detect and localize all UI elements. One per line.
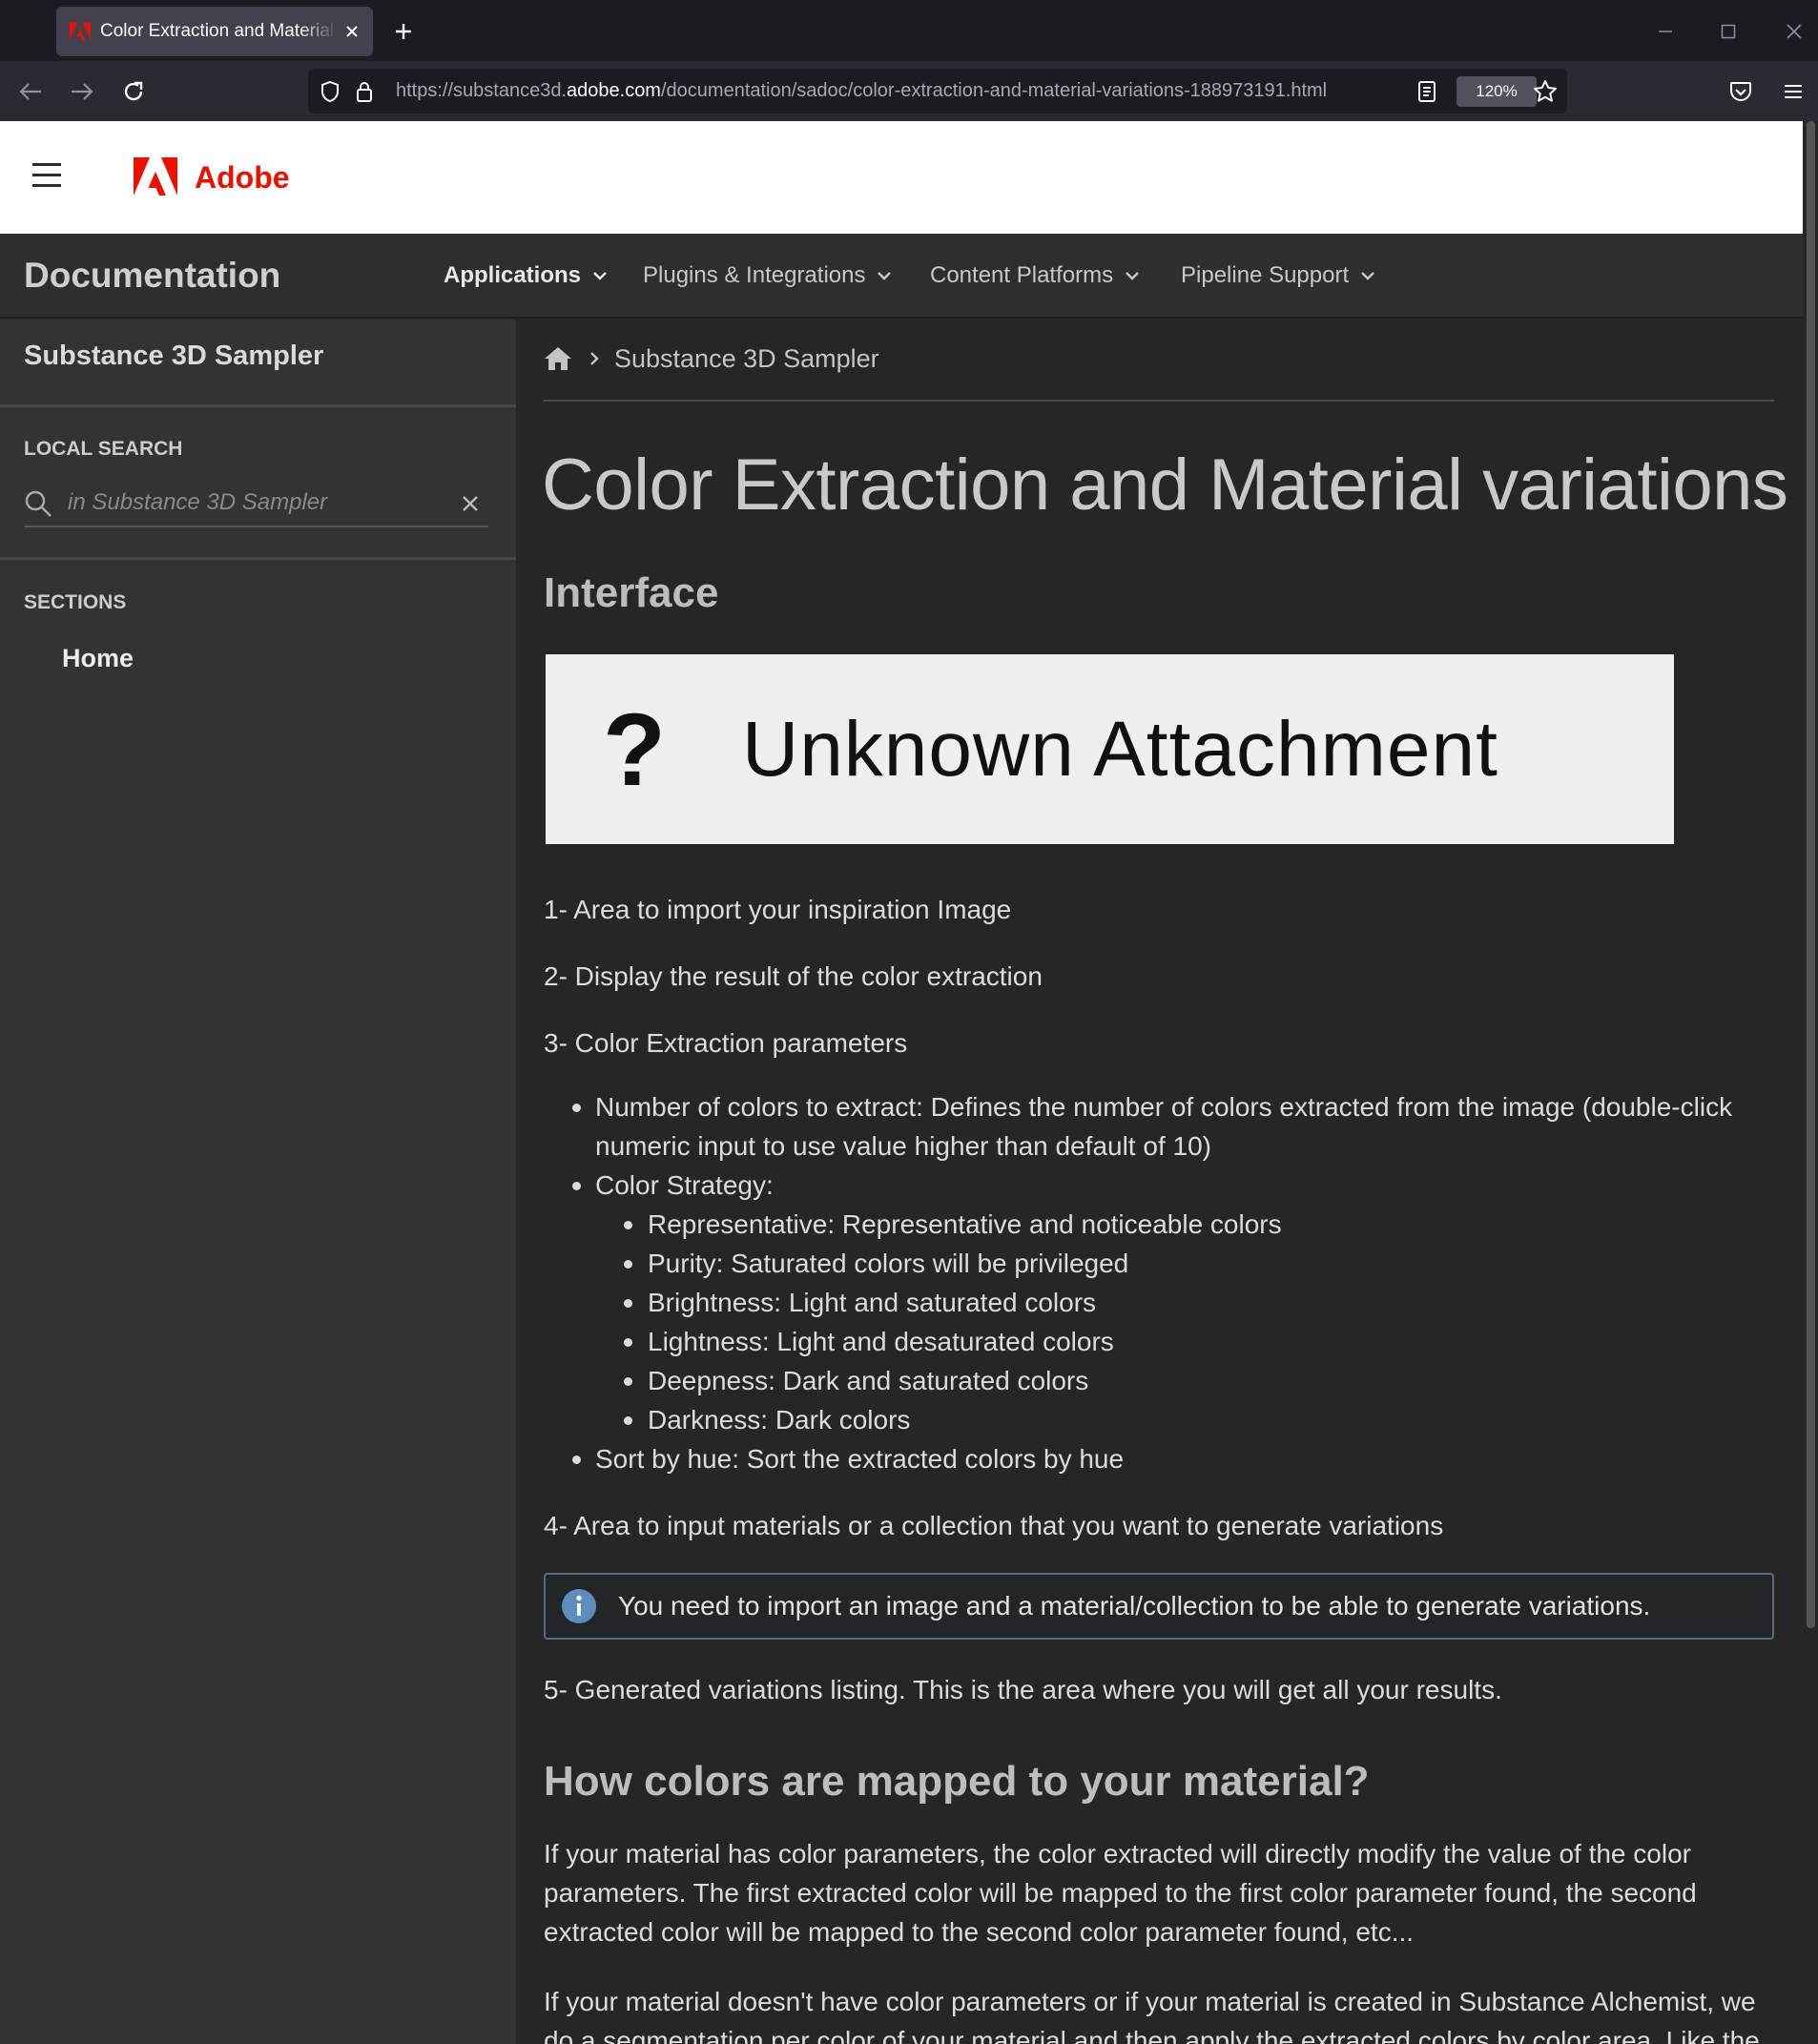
zoom-level-button[interactable]: 120% [1456,76,1537,107]
breadcrumb: Substance 3D Sampler [544,342,879,375]
forward-icon[interactable] [65,74,99,109]
list-item-4: 4- Area to input materials or a collecti… [544,1511,1444,1540]
local-search-input[interactable] [68,487,440,518]
sidebar-divider [0,557,516,560]
back-icon[interactable] [13,74,48,109]
unknown-attachment-image: ? Unknown Attachment [546,654,1674,844]
site-header: Adobe [0,121,1803,234]
chevron-down-icon [593,272,607,280]
adobe-favicon-icon [68,19,93,44]
nav-content-platforms[interactable]: Content Platforms [930,262,1140,289]
pocket-icon[interactable] [1724,74,1758,109]
address-bar[interactable]: https://substance3d.adobe.com/documentat… [308,69,1567,114]
documentation-title[interactable]: Documentation [24,256,280,296]
info-callout: You need to import an image and a materi… [544,1573,1774,1640]
question-mark-icon: ? [603,691,666,807]
adobe-brand-text[interactable]: Adobe [195,160,290,196]
info-text: You need to import an image and a materi… [618,1591,1651,1621]
bookmark-star-icon[interactable] [1533,79,1558,104]
lock-icon[interactable] [352,79,377,104]
sidebar: Substance 3D Sampler LOCAL SEARCH SECTIO… [0,320,516,2044]
strategy-brightness: Brightness: Light and saturated colors [595,1283,1784,1322]
paragraph-segmentation: If your material doesn't have color para… [544,1987,1760,2044]
strategy-deepness: Deepness: Dark and saturated colors [595,1361,1784,1400]
bullet-sort-by-hue: Sort by hue: Sort the extracted colors b… [544,1439,1784,1478]
sidebar-title[interactable]: Substance 3D Sampler [24,341,323,372]
adobe-logo-icon[interactable] [134,157,177,196]
page-scrollbar[interactable] [1803,121,1818,2044]
chevron-down-icon [1126,272,1139,280]
maximize-icon[interactable] [1712,15,1745,48]
strategy-darkness: Darkness: Dark colors [595,1400,1784,1439]
clear-search-icon[interactable] [459,492,482,515]
color-extraction-parameters-list: Number of colors to extract: Defines the… [544,1087,1784,1478]
list-item-2: 2- Display the result of the color extra… [544,961,1043,991]
strategy-representative: Representative: Representative and notic… [595,1205,1784,1244]
page-title: Color Extraction and Material variations [542,444,1788,526]
breadcrumb-current[interactable]: Substance 3D Sampler [614,344,879,374]
sections-label: SECTIONS [24,591,127,613]
minimize-icon[interactable] [1649,15,1682,48]
close-tab-icon[interactable] [341,20,363,43]
chevron-down-icon [1361,272,1374,280]
color-strategy-list: Representative: Representative and notic… [595,1205,1784,1439]
bullet-number-of-colors: Number of colors to extract: Defines the… [544,1087,1784,1166]
documentation-nav-bar: Documentation Applications Plugins & Int… [0,234,1803,319]
sidebar-divider [0,404,516,407]
info-icon [562,1589,596,1623]
browser-tab[interactable]: Color Extraction and Material variations [56,7,373,56]
home-icon[interactable] [544,345,572,372]
heading-interface: Interface [544,569,719,616]
list-item-5: 5- Generated variations listing. This is… [544,1675,1502,1704]
list-item-3: 3- Color Extraction parameters [544,1028,908,1058]
nav-pipeline-support[interactable]: Pipeline Support [1181,262,1375,289]
browser-tab-strip: Color Extraction and Material variations [0,0,1818,61]
app-menu-icon[interactable] [1776,74,1810,109]
url-text[interactable]: https://substance3d.adobe.com/documentat… [396,80,1327,102]
chevron-down-icon [878,272,892,280]
bullet-color-strategy: Color Strategy: Representative: Represen… [544,1166,1784,1439]
search-icon [25,490,52,517]
heading-color-mapping: How colors are mapped to your material? [544,1758,1370,1805]
site-menu-icon[interactable] [32,163,61,192]
strategy-purity: Purity: Saturated colors will be privile… [595,1244,1784,1283]
sidebar-item-home[interactable]: Home [62,644,134,673]
list-item-1: 1- Area to import your inspiration Image [544,895,1012,924]
breadcrumb-divider [544,400,1774,402]
chevron-right-icon [590,352,599,365]
scrollbar-thumb[interactable] [1807,121,1815,1628]
local-search-label: LOCAL SEARCH [24,438,183,460]
local-search-box[interactable] [24,480,488,527]
strategy-lightness: Lightness: Light and desaturated colors [595,1322,1784,1361]
attachment-label: Unknown Attachment [741,705,1498,793]
nav-plugins-integrations[interactable]: Plugins & Integrations [643,262,892,289]
reload-icon[interactable] [116,74,151,109]
browser-toolbar: https://substance3d.adobe.com/documentat… [0,61,1818,121]
main-content: Substance 3D Sampler Color Extraction an… [516,320,1803,2044]
nav-applications[interactable]: Applications [444,262,608,289]
reader-view-icon[interactable] [1415,79,1439,104]
tab-title: Color Extraction and Material variations [100,21,337,41]
close-window-icon[interactable] [1778,15,1810,48]
new-tab-icon[interactable] [389,17,418,46]
shield-icon[interactable] [318,79,342,104]
paragraph-color-parameters: If your material has color parameters, t… [544,1839,1697,1947]
